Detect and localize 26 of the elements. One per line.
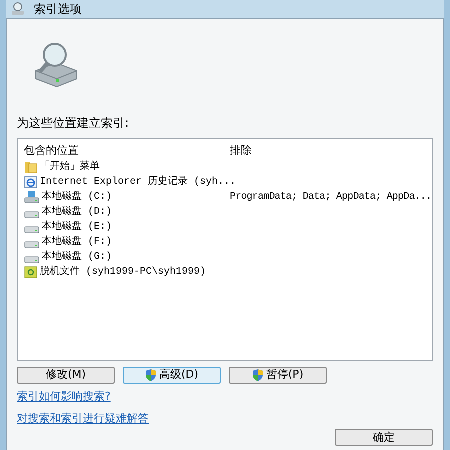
- sync-folder-icon: [24, 266, 38, 278]
- search-drive-icon: [10, 2, 26, 16]
- window-title: 索引选项: [34, 1, 82, 18]
- ok-button[interactable]: 确定: [335, 429, 433, 446]
- location-cell[interactable]: 脱机文件 (syh1999-PC\syh1999): [40, 264, 206, 280]
- folder-icon: [24, 160, 38, 174]
- help-link[interactable]: 索引如何影响搜索?: [17, 389, 111, 406]
- location-cell[interactable]: 本地磁盘 (C:): [42, 190, 112, 204]
- dialog-button[interactable]: 高级(D): [123, 367, 221, 384]
- location-cell[interactable]: 本地磁盘 (G:): [42, 250, 112, 264]
- location-cell[interactable]: 「开始」菜单: [40, 160, 100, 174]
- shield-icon: [145, 369, 158, 382]
- location-cell[interactable]: 本地磁盘 (F:): [42, 234, 112, 250]
- column-header[interactable]: 包含的位置: [24, 143, 230, 160]
- location-cell[interactable]: 本地磁盘 (D:): [42, 204, 112, 220]
- dialog-button[interactable]: 修改(M): [17, 367, 115, 384]
- column-header[interactable]: 排除: [230, 143, 252, 160]
- help-link[interactable]: 对搜索和索引进行疑难解答: [17, 410, 149, 427]
- location-cell[interactable]: 本地磁盘 (E:): [42, 220, 112, 234]
- drive-icon: [24, 190, 40, 204]
- globe-page-icon: [24, 176, 38, 188]
- exclude-cell-text: ProgramData; Data; AppData; AppDa...: [230, 190, 432, 204]
- location-cell[interactable]: Internet Explorer 历史记录 (syh...: [40, 174, 236, 190]
- list-label: 为这些位置建立索引:: [17, 115, 130, 132]
- shield-icon: [252, 369, 264, 382]
- dialog-button[interactable]: 暂停(P): [229, 367, 327, 384]
